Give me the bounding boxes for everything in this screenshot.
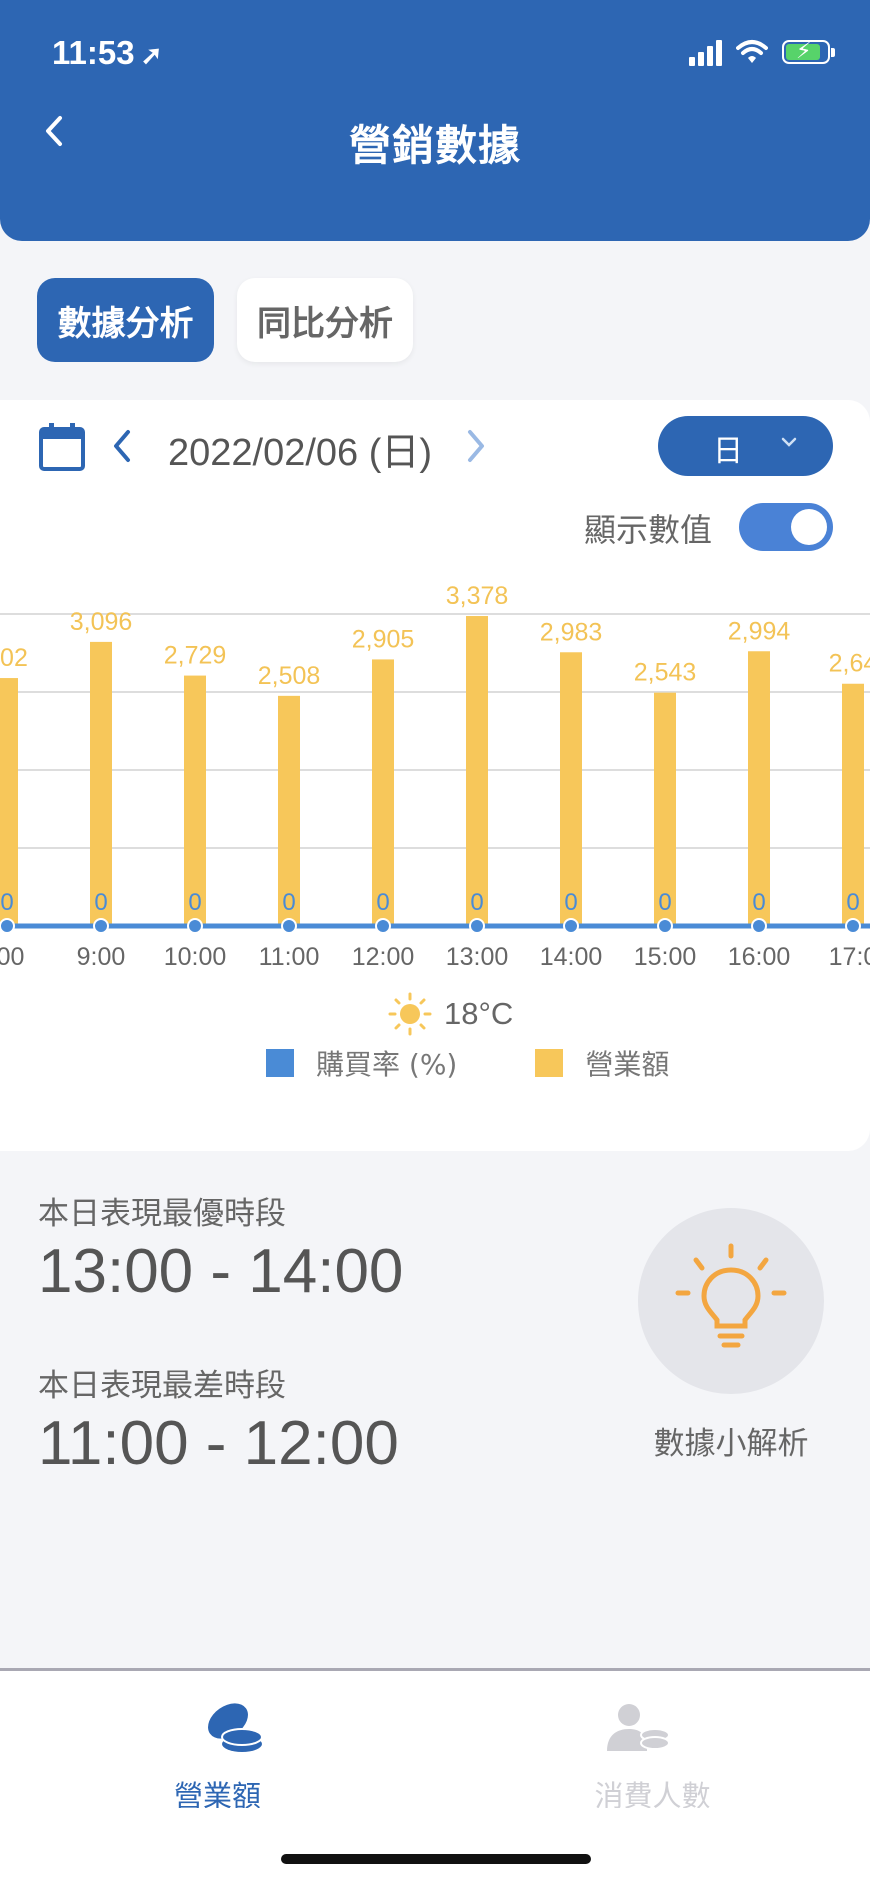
revenue-bar bbox=[748, 651, 770, 926]
weather-info: 18°C bbox=[388, 992, 513, 1036]
purchase-rate-label: 0 bbox=[564, 889, 577, 916]
best-period-value: 13:00 - 14:00 bbox=[38, 1237, 404, 1306]
legend-swatch-revenue bbox=[535, 1049, 564, 1077]
hourly-revenue-chart: 702 3,096 2,729 2,508 2,905 3,378 2,983 2,543 2,… bbox=[0, 582, 870, 971]
nav-revenue[interactable]: 營業額 bbox=[0, 1671, 435, 1813]
legend-swatch-purchase-rate bbox=[266, 1049, 294, 1077]
purchase-rate-point bbox=[563, 918, 579, 934]
x-tick-label: 10:00 bbox=[164, 943, 227, 971]
revenue-bar-label: 2,543 bbox=[634, 659, 697, 687]
home-indicator bbox=[281, 1854, 591, 1864]
revenue-bar-label: 2,905 bbox=[352, 625, 415, 653]
show-values-label: 顯示數值 bbox=[584, 511, 713, 549]
home-bar-area bbox=[0, 1808, 870, 1883]
revenue-bar-label: 2,729 bbox=[164, 642, 227, 670]
purchase-rate-label: 0 bbox=[752, 889, 765, 916]
revenue-bar-label: 702 bbox=[0, 644, 28, 672]
temperature-text: 18°C bbox=[444, 996, 514, 1031]
prev-date-button[interactable] bbox=[110, 428, 136, 464]
next-date-button[interactable] bbox=[462, 428, 488, 464]
tab-yoy-analysis[interactable]: 同比分析 bbox=[237, 278, 413, 362]
show-values-toggle[interactable] bbox=[739, 503, 833, 551]
battery-charging-icon: ⚡ bbox=[782, 39, 835, 64]
cellular-signal-icon bbox=[689, 38, 722, 66]
revenue-bar bbox=[560, 652, 582, 926]
app-header: 11:53 ➚ ⚡ 營銷數據 bbox=[0, 0, 870, 241]
chart-legend: 購買率 (%) 營業額 bbox=[266, 1043, 669, 1083]
location-arrow-icon: ➚ bbox=[140, 40, 163, 70]
x-tick-label: 14:00 bbox=[540, 943, 603, 971]
lightbulb-icon bbox=[675, 1243, 787, 1348]
worst-period-value: 11:00 - 12:00 bbox=[38, 1409, 399, 1478]
wifi-icon bbox=[736, 40, 768, 63]
insight-label: 數據小解析 bbox=[653, 1426, 809, 1462]
page-title: 營銷數據 bbox=[348, 121, 521, 170]
purchase-rate-point bbox=[657, 918, 673, 934]
purchase-rate-label: 0 bbox=[376, 889, 389, 916]
people-coins-icon bbox=[607, 1704, 670, 1751]
revenue-bar-label: 2,64 bbox=[829, 650, 870, 678]
x-tick-label: 11:00 bbox=[259, 943, 320, 971]
nav-customers[interactable]: 消費人數 bbox=[435, 1671, 870, 1813]
purchase-rate-label: 0 bbox=[846, 889, 859, 916]
x-tick-label: 9:00 bbox=[77, 943, 126, 971]
coins-icon bbox=[208, 1703, 263, 1752]
purchase-rate-label: 0 bbox=[658, 889, 671, 916]
revenue-bar-label: 2,994 bbox=[728, 617, 791, 645]
period-select[interactable]: 日 bbox=[658, 416, 833, 476]
date-display: 2022/02/06 (日) bbox=[168, 432, 433, 474]
x-tick-label: 13:00 bbox=[446, 943, 509, 971]
calendar-icon[interactable] bbox=[38, 422, 86, 472]
purchase-rate-point bbox=[187, 918, 203, 934]
chevron-down-icon bbox=[781, 437, 797, 447]
x-tick-label: 15:00 bbox=[634, 943, 697, 971]
x-tick-label: :00 bbox=[0, 943, 24, 971]
revenue-bar-label: 2,508 bbox=[258, 662, 321, 690]
status-time: 11:53 ➚ bbox=[52, 34, 163, 71]
bottom-nav: 營業額 消費人數 bbox=[0, 1668, 870, 1813]
purchase-rate-point bbox=[375, 918, 391, 934]
purchase-rate-label: 0 bbox=[188, 889, 201, 916]
x-tick-label: 16:00 bbox=[728, 943, 791, 971]
purchase-rate-point bbox=[0, 918, 15, 934]
purchase-rate-point bbox=[845, 918, 861, 934]
purchase-rate-label: 0 bbox=[0, 889, 13, 916]
x-tick-label: 12:00 bbox=[352, 943, 415, 971]
revenue-bar-label: 3,378 bbox=[446, 582, 509, 610]
purchase-rate-label: 0 bbox=[282, 889, 295, 916]
status-icons: ⚡ bbox=[689, 38, 835, 66]
purchase-rate-point bbox=[751, 918, 767, 934]
period-select-value: 日 bbox=[713, 434, 743, 469]
legend-label-purchase-rate: 購買率 (%) bbox=[316, 1048, 458, 1081]
revenue-bar bbox=[372, 659, 394, 926]
revenue-bar-label: 3,096 bbox=[70, 608, 133, 636]
purchase-rate-label: 0 bbox=[470, 889, 483, 916]
purchase-rate-point bbox=[469, 918, 485, 934]
worst-period-label: 本日表現最差時段 bbox=[38, 1368, 286, 1404]
revenue-bar bbox=[466, 616, 488, 926]
legend-label-revenue: 營業額 bbox=[585, 1048, 670, 1081]
purchase-rate-point bbox=[281, 918, 297, 934]
revenue-bar-label: 2,983 bbox=[540, 618, 603, 646]
sun-icon bbox=[388, 992, 432, 1036]
tab-data-analysis[interactable]: 數據分析 bbox=[37, 278, 214, 362]
purchase-rate-label: 0 bbox=[94, 889, 107, 916]
x-tick-label: 17:0 bbox=[829, 943, 870, 971]
revenue-bar bbox=[90, 641, 112, 926]
best-period-label: 本日表現最優時段 bbox=[38, 1196, 286, 1232]
purchase-rate-point bbox=[93, 918, 109, 934]
insight-button[interactable] bbox=[638, 1208, 824, 1394]
